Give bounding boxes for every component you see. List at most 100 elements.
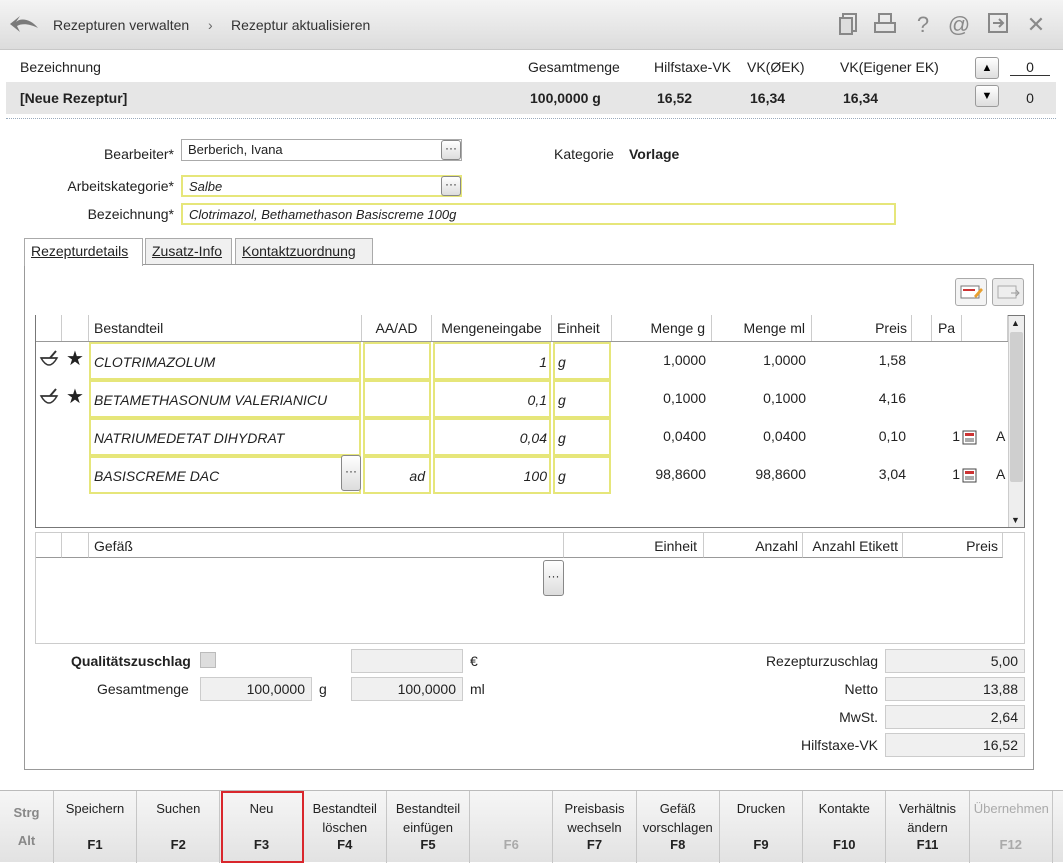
at-sign-icon[interactable]: @ [946,12,972,38]
grid-header-menge-g[interactable]: Menge g [612,315,712,341]
grid-header-einheit[interactable]: Einheit [552,315,612,341]
grid-scrollbar[interactable]: ▲ ▼ [1008,316,1024,527]
kategorie-value: Vorlage [629,146,680,162]
card-edit-icon[interactable] [955,278,987,306]
row-menge-ml: 1,0000 [763,352,806,368]
gef-header-anzahl-etikett[interactable]: Anzahl Etikett [803,533,903,558]
row-aa-ad[interactable] [363,380,431,418]
gef-header-gefaess[interactable]: Gefäß [89,533,564,558]
row-pa: 1 [952,428,960,444]
function-key-bar: Strg Alt Speichern F1 Suchen F2 Neu F3 Bestand… [0,790,1063,863]
grid-header-mengeneingabe[interactable]: Mengeneingabe [432,315,552,341]
fkey-f8-button[interactable]: Gefäß vorschlagen F8 [637,791,720,863]
row-menge-g: 0,1000 [663,390,706,406]
row-einheit[interactable]: g [553,380,611,418]
title-bar: Rezepturen verwalten › Rezeptur aktualis… [0,0,1063,50]
arbeitskategorie-picker-button[interactable]: ··· [441,176,461,196]
rezepturzuschlag-field: 5,00 [885,649,1025,673]
row-aa-ad[interactable] [363,342,431,380]
gef-header-einheit[interactable]: Einheit [564,533,704,558]
help-icon[interactable]: ? [910,12,936,38]
gef-header-anzahl[interactable]: Anzahl [704,533,803,558]
scrollbar-thumb[interactable] [1010,332,1023,482]
row-menge-ml: 0,0400 [763,428,806,444]
calculator-icon[interactable] [962,430,977,448]
bearbeiter-field[interactable]: Berberich, Ivana [181,139,462,161]
close-icon[interactable]: ✕ [1023,12,1049,38]
row-einheit[interactable]: g [553,342,611,380]
document-copy-icon[interactable] [836,12,862,38]
card-export-icon[interactable] [992,278,1024,306]
bestandteil-picker-button[interactable]: ··· [341,455,361,491]
fkey-f5-button[interactable]: Bestandteil einfügen F5 [387,791,470,863]
row-aa-ad[interactable] [363,418,431,456]
row-pa: 1 [952,466,960,482]
gef-header-icon-col [36,533,62,558]
row-einheit[interactable]: g [553,418,611,456]
netto-label: Netto [844,681,878,697]
row-bestandteil[interactable]: NATRIUMEDETAT DIHYDRAT [89,418,361,456]
fkey-shortcut: F10 [833,837,856,852]
row-aa-ad[interactable]: ad [363,456,431,494]
scroll-down-arrow-icon[interactable]: ▼ [1011,515,1020,525]
fkey-label: Verhältnis ändern [898,801,957,835]
row-menge-g: 0,0400 [663,428,706,444]
tab-rezepturdetails[interactable]: Rezepturdetails [24,238,143,266]
qualitaetszuschlag-checkbox[interactable] [200,652,216,668]
fkey-label: Kontakte [818,801,870,816]
grid-header-menge-ml[interactable]: Menge ml [712,315,812,341]
tab-kontaktzuordnung[interactable]: Kontaktzuordnung [235,238,373,264]
fkey-f10-button[interactable]: Kontakte F10 [803,791,887,863]
fkey-f9-button[interactable]: Drucken F9 [720,791,803,863]
fkey-label: Suchen [156,801,201,816]
row-extra: A [996,428,1006,444]
netto-field: 13,88 [885,677,1025,701]
bezeichnung-label: Bezeichnung* [87,206,174,222]
arbeitskategorie-field[interactable]: Salbe [181,175,462,197]
back-arrow-icon[interactable] [8,14,40,36]
kategorie-label: Kategorie [554,146,614,162]
row-bestandteil[interactable]: BETAMETHASONUM VALERIANICU [89,380,361,418]
row-bestandteil[interactable]: BASISCREME DAC [89,456,361,494]
grid-header-bestandteil[interactable]: Bestandteil [89,315,362,341]
fkey-label: Gefäß vorschlagen [642,801,713,835]
fkey-shortcut: F12 [999,837,1022,852]
row-mengeneingabe[interactable]: 100 [433,456,551,494]
fkey-f1-button[interactable]: Speichern F1 [54,791,137,863]
row-menge-g: 98,8600 [655,466,706,482]
printer-icon[interactable] [872,12,898,38]
star-icon: ★ [66,348,84,370]
calculator-icon[interactable] [962,468,977,486]
counter-bottom: 0 [1026,90,1034,106]
fkey-f11-button[interactable]: Verhältnis ändern F11 [887,791,970,863]
row-mengeneingabe[interactable]: 0,04 [433,418,551,456]
fkey-f4-button[interactable]: Bestandteil löschen F4 [304,791,387,863]
divider [6,118,1056,119]
breadcrumb-parent[interactable]: Rezepturen verwalten [53,17,189,33]
unit-ml: ml [470,681,485,697]
fkey-f7-button[interactable]: Preisbasis wechseln F7 [554,791,637,863]
row-einheit[interactable]: g [553,456,611,494]
recipe-name: [Neue Rezeptur] [20,90,128,106]
fkey-shortcut: F9 [753,837,769,852]
row-mengeneingabe[interactable]: 0,1 [433,380,551,418]
fkey-f3-button[interactable]: Neu F3 [220,791,304,863]
scroll-down-button[interactable]: ▼ [975,85,999,107]
gefaess-picker-button[interactable]: ··· [543,560,564,596]
fkey-f2-button[interactable]: Suchen F2 [137,791,221,863]
fkey-f12-button: Übernehmen F12 [970,791,1053,863]
row-bestandteil[interactable]: CLOTRIMAZOLUM [89,342,361,380]
scroll-up-button[interactable]: ▲ [975,57,999,79]
grid-header-preis[interactable]: Preis [812,315,912,341]
grid-header-aa-ad[interactable]: AA/AD [362,315,432,341]
gef-header-preis[interactable]: Preis [903,533,1003,558]
bezeichnung-field[interactable]: Clotrimazol, Bethamethason Basiscreme 10… [181,203,896,225]
tab-zusatz-info[interactable]: Zusatz-Info [145,238,232,264]
row-mengeneingabe[interactable]: 1 [433,342,551,380]
scroll-up-arrow-icon[interactable]: ▲ [1011,318,1020,328]
grid-header-pa[interactable]: Pa [932,315,962,341]
grid-header-extra [962,315,1008,341]
bearbeiter-picker-button[interactable]: ··· [441,140,461,160]
window-switch-icon[interactable] [985,12,1011,38]
row-preis: 0,10 [878,428,906,444]
